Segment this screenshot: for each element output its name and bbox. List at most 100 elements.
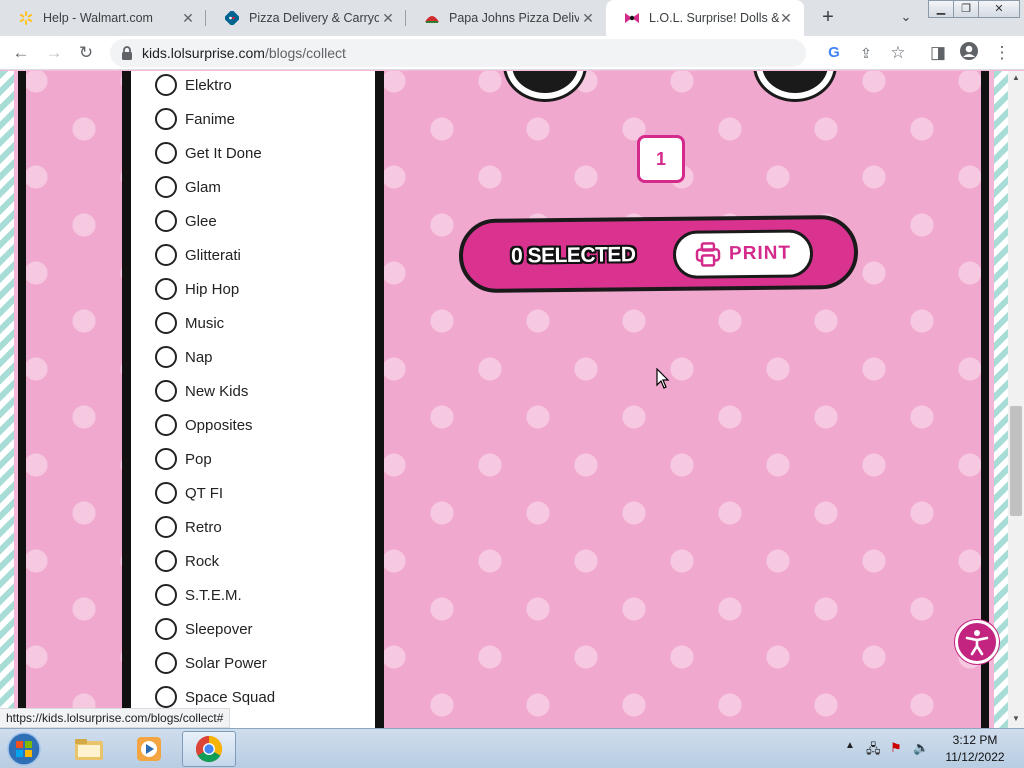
selected-count: 0 SELECTED	[510, 243, 636, 268]
link-status-bubble: https://kids.lolsurprise.com/blogs/colle…	[0, 708, 231, 728]
filter-option[interactable]: Glam	[155, 175, 221, 199]
close-window-button[interactable]: ✕	[978, 0, 1020, 18]
start-button[interactable]	[2, 730, 46, 768]
system-clock[interactable]: 3:12 PM 11/12/2022	[935, 732, 1015, 766]
radio-button[interactable]	[155, 244, 177, 266]
new-tab-button[interactable]: +	[815, 4, 841, 30]
network-icon[interactable]: 🖧	[866, 740, 881, 762]
radio-button[interactable]	[155, 346, 177, 368]
media-player-taskbar-button[interactable]	[122, 731, 176, 767]
filter-option[interactable]: Opposites	[155, 413, 253, 437]
filter-label: S.T.E.M.	[185, 586, 242, 604]
share-icon[interactable]: ⇪	[854, 41, 878, 65]
filter-option[interactable]: Elektro	[155, 73, 232, 97]
filter-label: Pop	[185, 450, 212, 468]
character-filter-list: Elektro Fanime Get It Done Glam Glee Glittera…	[131, 71, 375, 728]
filter-option[interactable]: Sleepover	[155, 617, 253, 641]
back-arrow-icon[interactable]: ←	[9, 41, 33, 65]
radio-button[interactable]	[155, 278, 177, 300]
filter-option[interactable]: New Kids	[155, 379, 248, 403]
radio-button[interactable]	[155, 482, 177, 504]
print-button[interactable]: PRINT	[672, 229, 814, 279]
radio-button[interactable]	[155, 312, 177, 334]
tab-title: L.O.L. Surprise! Dolls & Cl	[649, 11, 779, 25]
tab-search-chevron-icon[interactable]: ⌄	[895, 6, 917, 28]
radio-button[interactable]	[155, 210, 177, 232]
accessibility-button[interactable]	[955, 620, 999, 664]
radio-button[interactable]	[155, 550, 177, 572]
restore-window-button[interactable]: ❐	[953, 0, 979, 18]
radio-button[interactable]	[155, 448, 177, 470]
page-content: Elektro Fanime Get It Done Glam Glee Glittera…	[0, 71, 1008, 728]
tab-lol-surprise[interactable]: L.O.L. Surprise! Dolls & Cl ✕	[606, 0, 804, 36]
show-hidden-icons-arrow-icon[interactable]: ▲	[845, 740, 855, 751]
radio-button[interactable]	[155, 652, 177, 674]
tab-title: Help - Walmart.com	[43, 11, 153, 25]
lol-bow-icon	[624, 10, 640, 26]
filter-option[interactable]: Solar Power	[155, 651, 267, 675]
close-tab-icon[interactable]: ✕	[580, 10, 596, 26]
google-lens-icon[interactable]: G	[822, 41, 846, 65]
tab-walmart[interactable]: Help - Walmart.com ✕	[0, 0, 206, 36]
filter-option[interactable]: Nap	[155, 345, 213, 369]
profile-avatar-icon[interactable]	[957, 41, 981, 65]
filter-label: Retro	[185, 518, 222, 536]
decorative-stripe-left	[0, 71, 14, 728]
filter-option[interactable]: Space Squad	[155, 685, 275, 709]
radio-button[interactable]	[155, 686, 177, 708]
radio-button[interactable]	[155, 618, 177, 640]
print-label: PRINT	[728, 242, 792, 265]
clock-date: 11/12/2022	[945, 750, 1005, 764]
filter-option[interactable]: Music	[155, 311, 224, 335]
radio-button[interactable]	[155, 108, 177, 130]
side-panel-icon[interactable]: ◨	[926, 41, 950, 65]
bookmark-star-icon[interactable]: ☆	[886, 41, 910, 65]
filter-option[interactable]: Get It Done	[155, 141, 262, 165]
decorative-border	[18, 71, 26, 728]
filter-label: Elektro	[185, 76, 232, 94]
chrome-taskbar-button[interactable]	[182, 731, 236, 767]
minimize-window-button[interactable]: ▁	[928, 0, 954, 18]
address-bar[interactable]: kids.lolsurprise.com/blogs/collect G ⇪ ☆	[110, 39, 906, 67]
file-explorer-taskbar-button[interactable]	[62, 731, 116, 767]
radio-button[interactable]	[155, 142, 177, 164]
filter-option[interactable]: QT FI	[155, 481, 223, 505]
radio-button[interactable]	[155, 584, 177, 606]
filter-option[interactable]: Rock	[155, 549, 219, 573]
filter-option[interactable]: Fanime	[155, 107, 235, 131]
scroll-down-arrow-icon[interactable]: ▼	[1008, 712, 1024, 726]
forward-arrow-icon[interactable]: →	[42, 41, 66, 65]
filter-option[interactable]: Retro	[155, 515, 222, 539]
pagination-page-button[interactable]: 1	[637, 135, 685, 183]
radio-button[interactable]	[155, 380, 177, 402]
browser-tab-strip: Help - Walmart.com ✕ Pizza Delivery & Ca…	[0, 0, 1024, 36]
page-scrollbar[interactable]	[1008, 71, 1024, 728]
volume-icon[interactable]: 🔈	[913, 740, 929, 756]
radio-button[interactable]	[155, 74, 177, 96]
filter-option[interactable]: S.T.E.M.	[155, 583, 242, 607]
filter-label: QT FI	[185, 484, 224, 502]
close-tab-icon[interactable]: ✕	[778, 10, 794, 26]
radio-button[interactable]	[155, 414, 177, 436]
filter-label: Solar Power	[185, 654, 267, 672]
close-tab-icon[interactable]: ✕	[180, 10, 196, 26]
dominos-icon	[224, 10, 240, 26]
tab-dominos[interactable]: Pizza Delivery & Carryout ✕	[206, 0, 406, 36]
filter-option[interactable]: Pop	[155, 447, 212, 471]
selection-bar: 0 SELECTED PRINT	[458, 214, 859, 294]
tab-papa-johns[interactable]: Papa Johns Pizza Delivery ✕	[406, 0, 606, 36]
accessibility-icon	[965, 630, 989, 656]
radio-button[interactable]	[155, 516, 177, 538]
close-tab-icon[interactable]: ✕	[380, 10, 396, 26]
radio-button[interactable]	[155, 176, 177, 198]
filter-option[interactable]: Hip Hop	[155, 277, 239, 301]
filter-option[interactable]: Glitterati	[155, 243, 241, 267]
scroll-up-arrow-icon[interactable]: ▲	[1008, 71, 1024, 85]
polka-dot-panel-left	[26, 71, 122, 728]
filter-option[interactable]: Glee	[155, 209, 217, 233]
action-center-flag-icon[interactable]: ⚑	[890, 740, 902, 756]
filter-label: Fanime	[185, 110, 236, 128]
reload-icon[interactable]: ↻	[74, 41, 98, 65]
scrollbar-thumb[interactable]	[1010, 406, 1022, 516]
browser-menu-icon[interactable]: ⋮	[990, 41, 1014, 65]
